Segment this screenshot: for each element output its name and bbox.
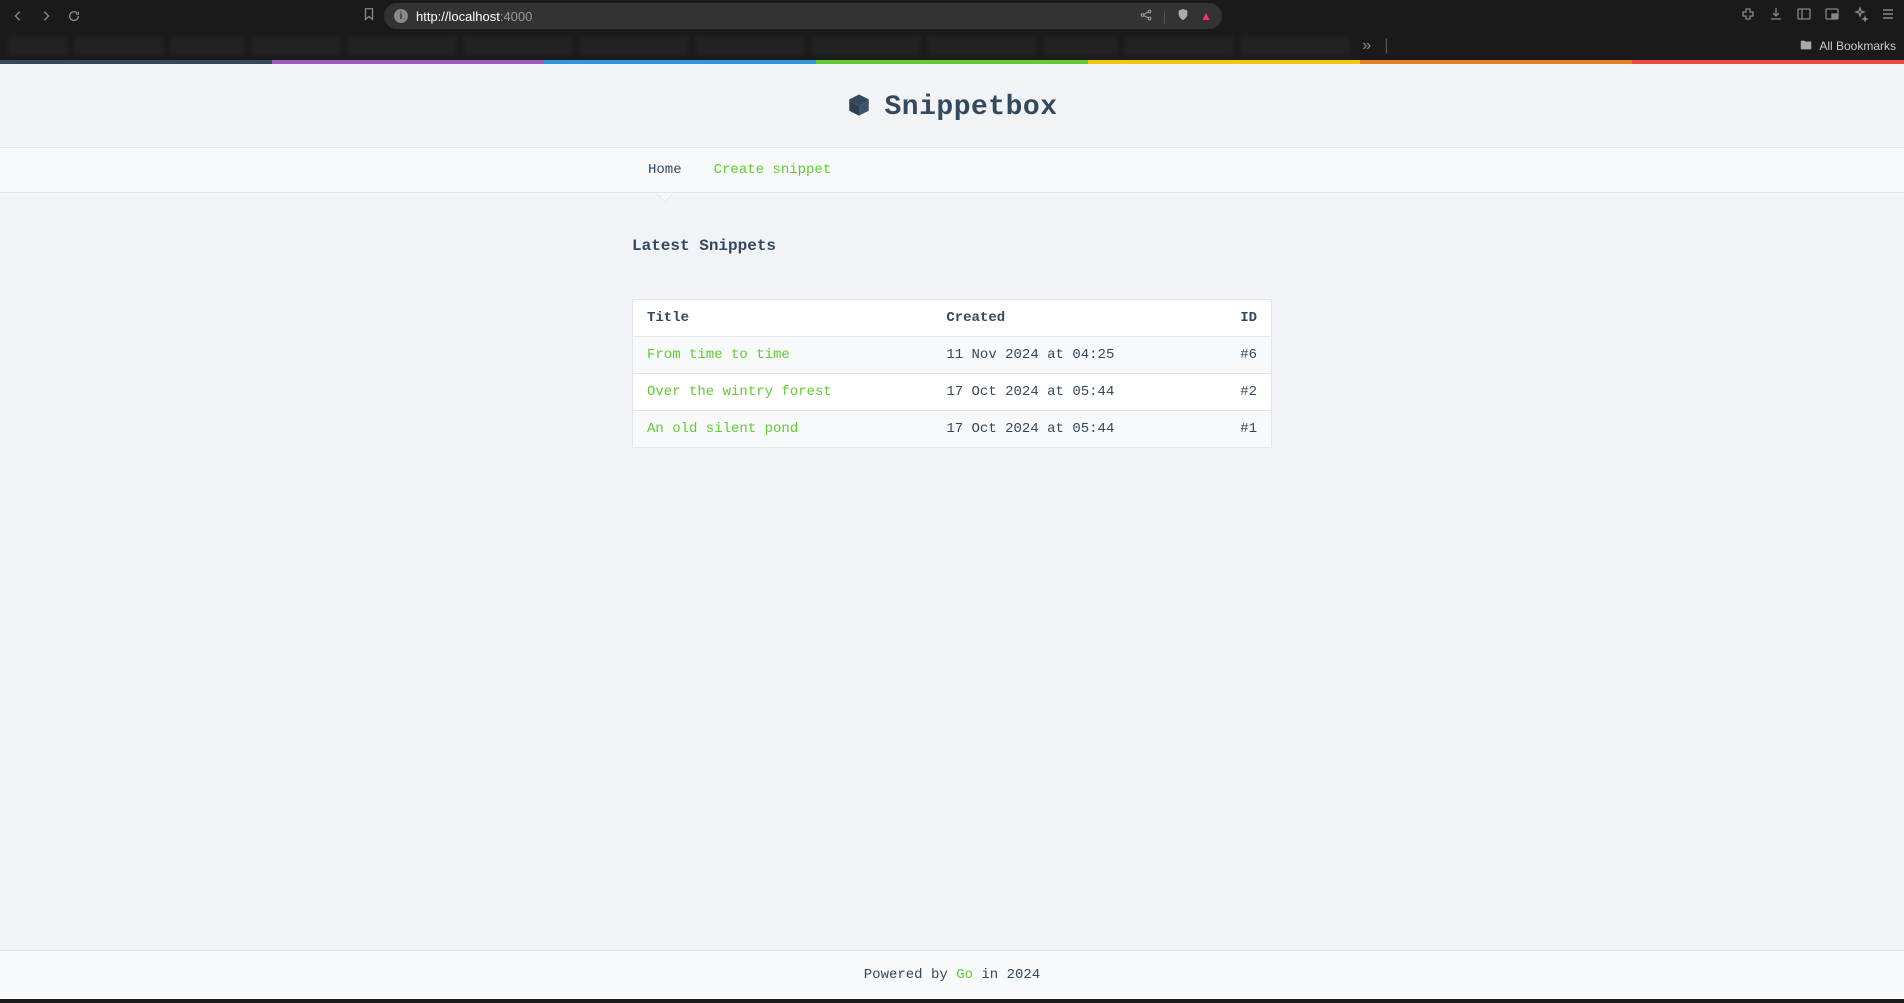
- col-created: Created: [932, 300, 1207, 337]
- snippet-id: #6: [1208, 337, 1272, 374]
- bookmark-item[interactable]: [579, 36, 689, 56]
- snippets-table: Title Created ID From time to time 11 No…: [632, 299, 1272, 448]
- all-bookmarks-button[interactable]: All Bookmarks: [1799, 38, 1896, 55]
- bookmark-item[interactable]: [1124, 36, 1234, 56]
- sparkle-icon[interactable]: [1852, 6, 1868, 27]
- bookmark-item[interactable]: [927, 36, 1037, 56]
- snippet-link[interactable]: An old silent pond: [647, 421, 798, 437]
- bookmark-item[interactable]: [170, 36, 245, 56]
- shield-icon[interactable]: [1176, 8, 1190, 25]
- snippet-created: 17 Oct 2024 at 05:44: [932, 411, 1207, 448]
- footer: Powered by Go in 2024: [0, 950, 1904, 999]
- bookmark-item[interactable]: [811, 36, 921, 56]
- browser-toolbar: i http://localhost:4000 | ▲: [0, 0, 1904, 32]
- brand[interactable]: Snippetbox: [846, 92, 1057, 123]
- main: Latest Snippets Title Created ID From ti…: [632, 193, 1272, 950]
- bookmark-item[interactable]: [463, 36, 573, 56]
- table-row: An old silent pond 17 Oct 2024 at 05:44 …: [633, 411, 1272, 448]
- box-icon: [846, 92, 872, 123]
- snippet-link[interactable]: Over the wintry forest: [647, 384, 832, 400]
- brave-icon[interactable]: ▲: [1200, 9, 1212, 23]
- bookmark-item[interactable]: [251, 36, 341, 56]
- url-text: http://localhost:4000: [416, 9, 1131, 24]
- snippet-created: 11 Nov 2024 at 04:25: [932, 337, 1207, 374]
- back-button[interactable]: [8, 6, 28, 26]
- reload-button[interactable]: [64, 6, 84, 26]
- snippet-link[interactable]: From time to time: [647, 347, 790, 363]
- bookmark-item[interactable]: [1043, 36, 1118, 56]
- bookmarks-bar: » | All Bookmarks: [0, 32, 1904, 60]
- all-bookmarks-label: All Bookmarks: [1819, 39, 1896, 53]
- footer-suffix: in 2024: [973, 967, 1040, 983]
- col-id: ID: [1208, 300, 1272, 337]
- snippet-created: 17 Oct 2024 at 05:44: [932, 374, 1207, 411]
- nav-home[interactable]: Home: [632, 148, 698, 192]
- brand-title: Snippetbox: [884, 92, 1057, 123]
- sidebar-icon[interactable]: [1796, 6, 1812, 27]
- url-bar[interactable]: i http://localhost:4000 | ▲: [384, 3, 1222, 29]
- bookmarks-overflow-icon[interactable]: »: [1362, 37, 1372, 55]
- bookmark-item[interactable]: [8, 36, 68, 56]
- footer-link-go[interactable]: Go: [956, 967, 973, 983]
- bookmark-icon[interactable]: [362, 7, 376, 26]
- footer-prefix: Powered by: [864, 967, 956, 983]
- share-icon[interactable]: [1139, 8, 1153, 25]
- menu-icon[interactable]: [1880, 6, 1896, 27]
- page-header: Snippetbox: [0, 64, 1904, 147]
- nav: Home Create snippet: [0, 147, 1904, 193]
- section-title: Latest Snippets: [632, 237, 1272, 255]
- bookmark-item[interactable]: [1240, 36, 1350, 56]
- table-row: Over the wintry forest 17 Oct 2024 at 05…: [633, 374, 1272, 411]
- folder-icon: [1799, 38, 1813, 55]
- download-icon[interactable]: [1768, 6, 1784, 27]
- bookmark-item[interactable]: [347, 36, 457, 56]
- page: Snippetbox Home Create snippet Latest Sn…: [0, 60, 1904, 999]
- site-info-icon[interactable]: i: [394, 9, 408, 23]
- pip-icon[interactable]: [1824, 6, 1840, 27]
- snippet-id: #2: [1208, 374, 1272, 411]
- bookmark-item[interactable]: [695, 36, 805, 56]
- table-row: From time to time 11 Nov 2024 at 04:25 #…: [633, 337, 1272, 374]
- extensions-icon[interactable]: [1740, 6, 1756, 27]
- col-title: Title: [633, 300, 933, 337]
- nav-create-snippet[interactable]: Create snippet: [698, 148, 848, 192]
- snippet-id: #1: [1208, 411, 1272, 448]
- bookmark-item[interactable]: [74, 36, 164, 56]
- forward-button[interactable]: [36, 6, 56, 26]
